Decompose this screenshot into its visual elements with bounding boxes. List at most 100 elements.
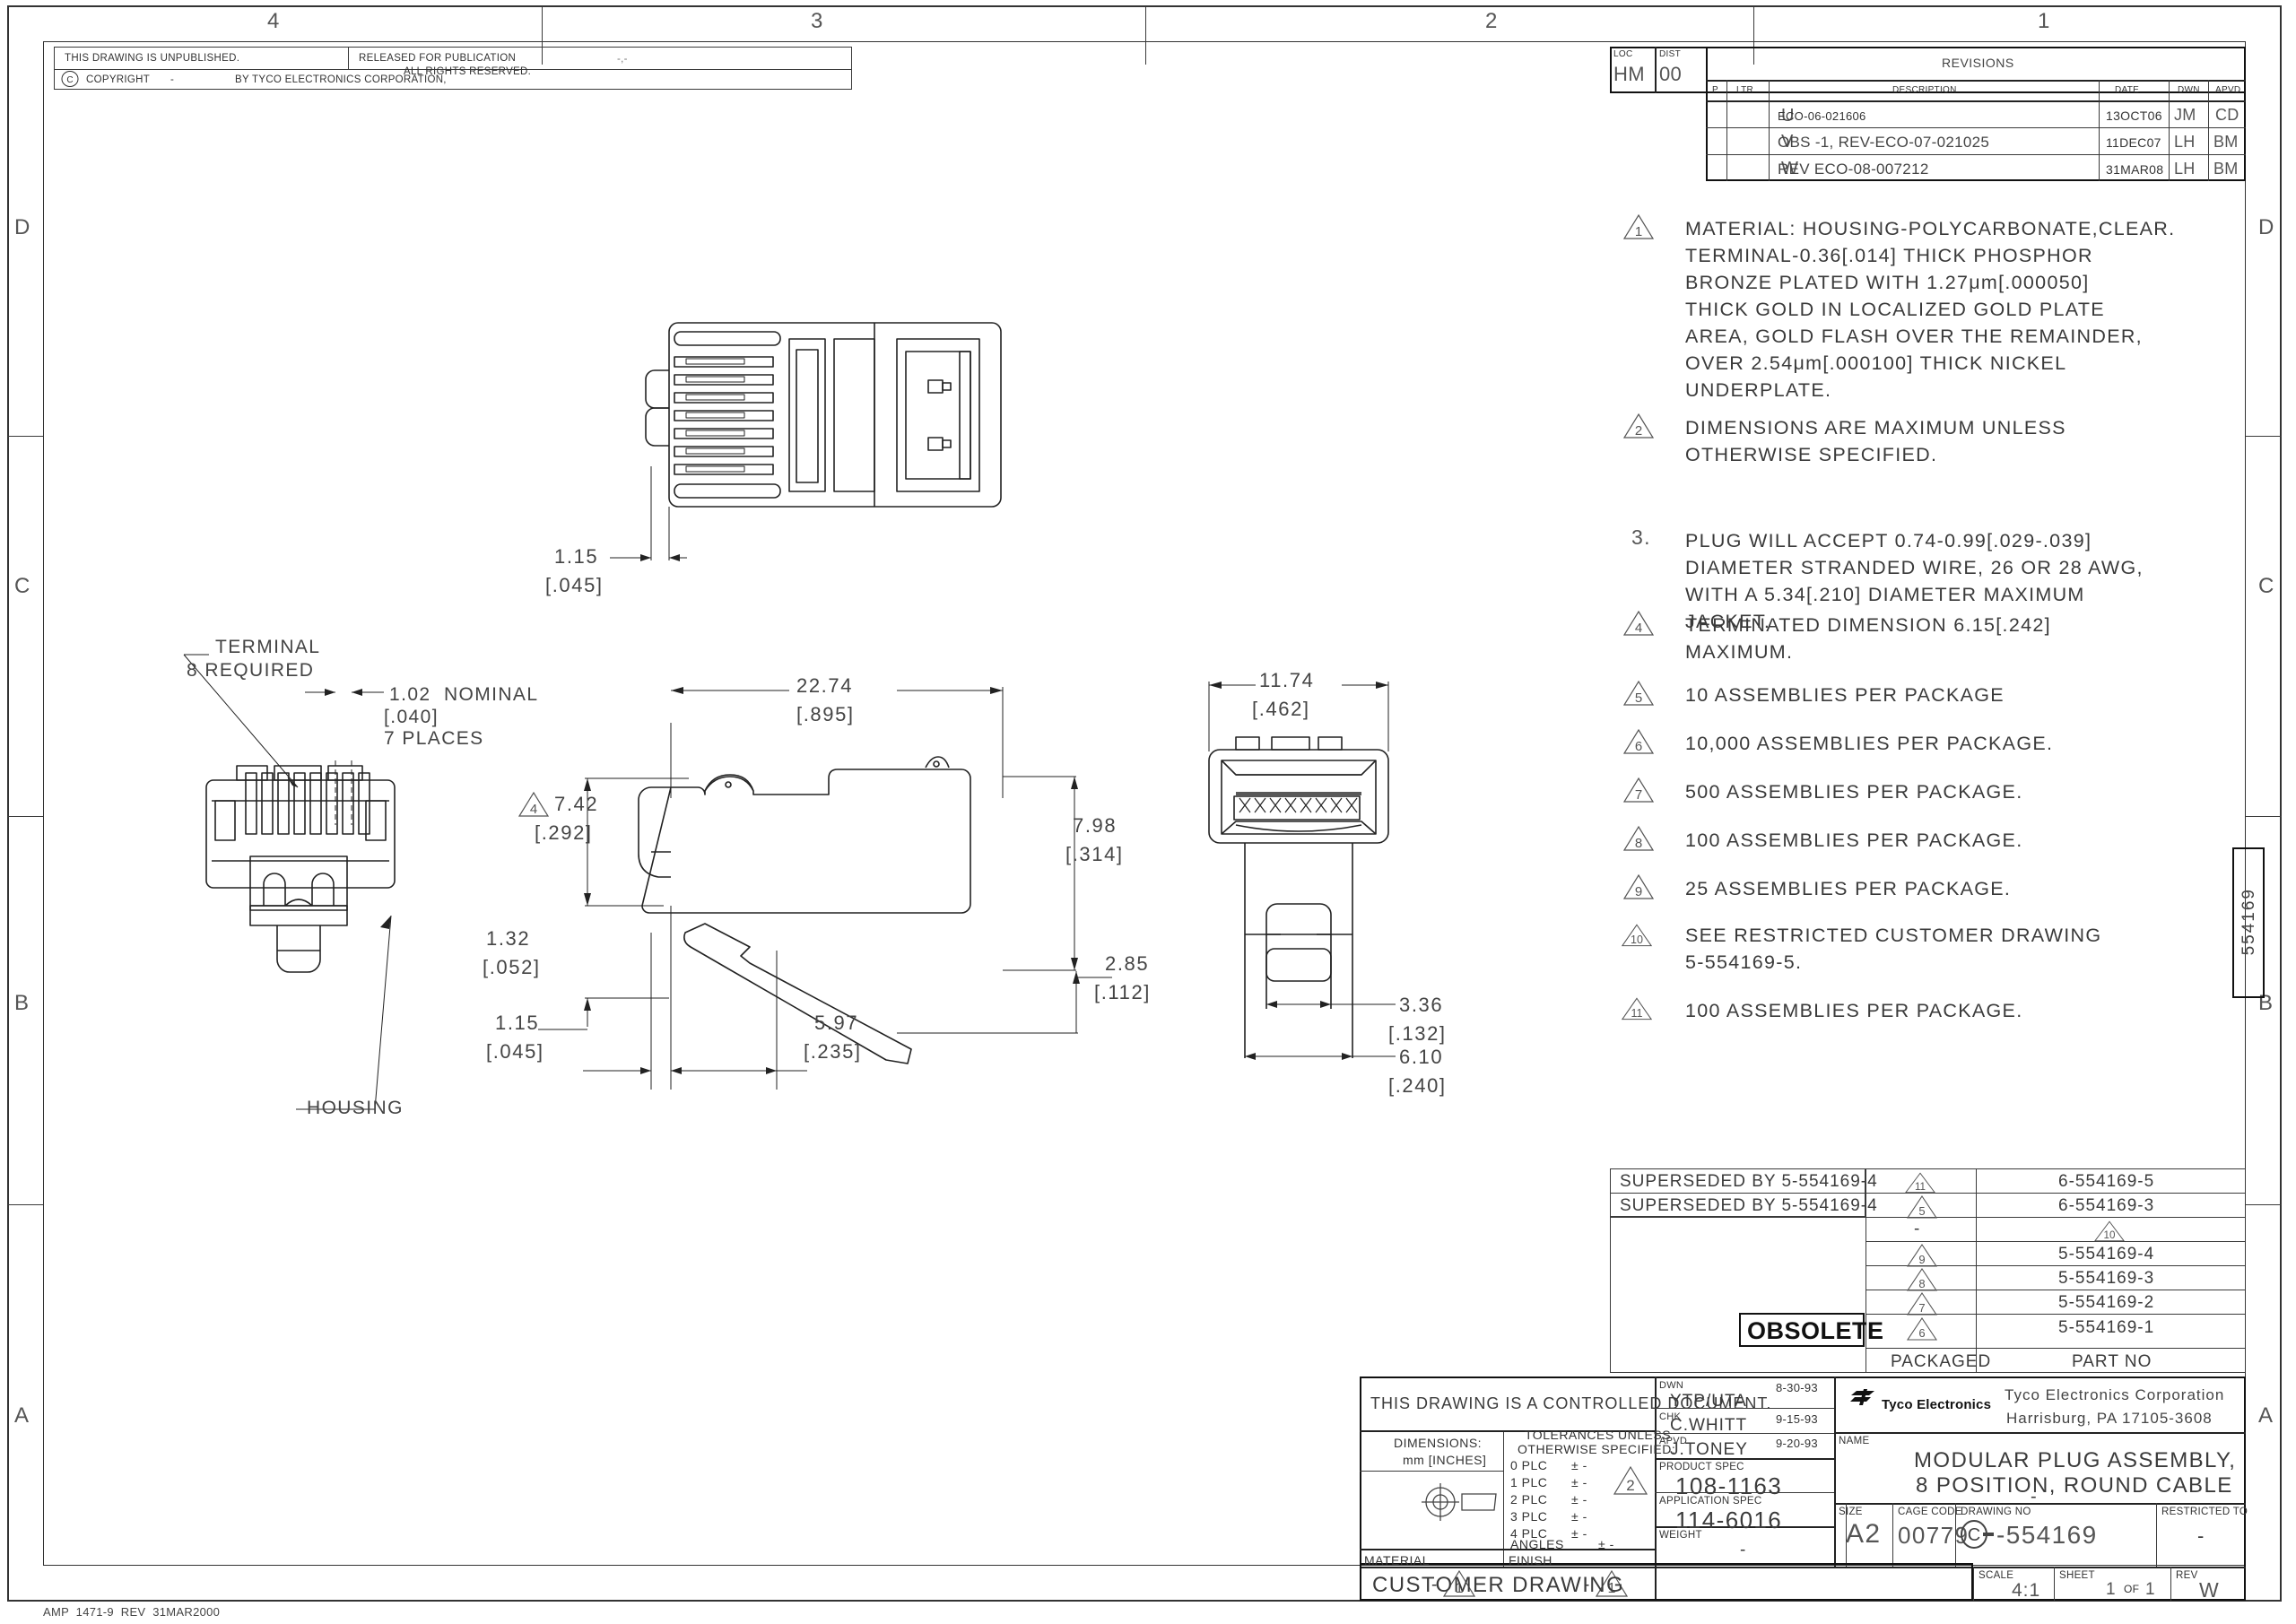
tolerances-label-l2: OTHERWISE SPECIFIED: xyxy=(1518,1442,1676,1456)
part-number: 5-554169-1 xyxy=(2058,1318,2155,1337)
nominal-label-line1: 1.02 NOMINAL xyxy=(389,684,539,705)
plc-value: ± - xyxy=(1571,1475,1587,1489)
side-d2-in: [.112] xyxy=(1094,981,1152,1003)
scale-value: 4:1 xyxy=(2012,1580,2041,1601)
assembly-name-line-3: - xyxy=(2031,1487,2039,1507)
packaged-flag-triangle-icon: 7 xyxy=(1906,1292,1938,1316)
company-line-2: Harrisburg, PA 17105-3608 xyxy=(2006,1410,2213,1427)
tolerances-label-l1: TOLERANCES UNLESS xyxy=(1525,1428,1672,1442)
sheet-value: 1 xyxy=(2106,1580,2117,1599)
cage-code-label: CAGE CODE xyxy=(1898,1507,1962,1517)
first-angle-projection-icon xyxy=(1422,1483,1497,1521)
housing-label: HOUSING xyxy=(307,1098,404,1118)
svg-text:4: 4 xyxy=(530,802,537,817)
assembly-name-line-1: MODULAR PLUG ASSEMBLY, xyxy=(1914,1448,2237,1472)
side-d1-in: [.052] xyxy=(483,956,541,978)
packaged-flag-triangle-icon: 6 xyxy=(1906,1317,1938,1341)
side-width-mm: 22.74 xyxy=(796,674,854,697)
packaged-flag-triangle-icon: 11 xyxy=(1904,1172,1936,1194)
divider xyxy=(2170,1567,2171,1601)
part-row-status: SUPERSEDED BY 5-554169-4 xyxy=(1620,1172,1878,1191)
side-width-in: [.895] xyxy=(796,703,855,725)
svg-text:7: 7 xyxy=(1918,1301,1925,1315)
nominal-label-line3: 7 PLACES xyxy=(384,728,484,749)
terminal-label-line1: TERMINAL xyxy=(215,637,321,657)
plc-value: ± - xyxy=(1571,1526,1587,1541)
end-width-in: [.462] xyxy=(1252,698,1310,720)
divider xyxy=(1866,1348,2246,1349)
partno-header: PART NO xyxy=(2072,1352,2152,1371)
angles-value: ± - xyxy=(1598,1537,1614,1551)
apvd-name: J.TONEY xyxy=(1670,1440,1748,1459)
plc-label: 1 PLC xyxy=(1510,1475,1548,1489)
company-line-1: Tyco Electronics Corporation xyxy=(2005,1386,2225,1403)
side-h1-mm: 7.42 xyxy=(554,793,599,815)
top-view-dim-mm: 1.15 xyxy=(554,545,599,568)
customer-drawing-text: CUSTOMER DRAWING xyxy=(1372,1573,1625,1597)
end-d1-in: [.132] xyxy=(1388,1022,1447,1045)
plc-value: ± - xyxy=(1571,1492,1587,1507)
chk-name: C.WHITT xyxy=(1670,1416,1748,1435)
packaged-flag-triangle-icon: 9 xyxy=(1906,1244,1938,1267)
drawing-sheet: 4 3 2 1 D C B A D C B A THIS DRAWING IS … xyxy=(0,0,2296,1624)
dim-flag-triangle-icon: 4 xyxy=(517,791,550,817)
material-label: MATERIAL xyxy=(1364,1553,1430,1568)
packaged-flag-triangle-icon: 5 xyxy=(1906,1195,1938,1219)
top-view-dim-in: [.045] xyxy=(545,574,604,596)
name-label: NAME xyxy=(1839,1436,1870,1446)
side-d4-mm: 5.97 xyxy=(814,1012,859,1034)
finish-label: FINISH xyxy=(1509,1553,1552,1568)
divider xyxy=(1834,1432,2246,1434)
part-number: 5-554169-2 xyxy=(2058,1293,2155,1312)
drawing-no-value: -554169 xyxy=(1996,1521,2098,1549)
end-d2-mm: 6.10 xyxy=(1399,1046,1444,1068)
divider xyxy=(2054,1567,2055,1601)
packaged-flag-triangle-icon: 8 xyxy=(1906,1268,1938,1291)
end-width-mm: 11.74 xyxy=(1259,669,1315,691)
chk-date: 9-15-93 xyxy=(1776,1412,1818,1426)
plc-value: ± - xyxy=(1571,1509,1587,1524)
dwn-label: DWN xyxy=(1659,1380,1684,1391)
side-h1-in: [.292] xyxy=(535,821,593,844)
size-label: SIZE xyxy=(1839,1507,1863,1517)
rev-label: REV xyxy=(2176,1570,2198,1581)
dimensions-label: DIMENSIONS: xyxy=(1394,1436,1483,1450)
obsolete-stamp: OBSOLETE xyxy=(1747,1317,1884,1344)
side-d3-mm: 1.15 xyxy=(495,1012,540,1034)
plc-label: 0 PLC xyxy=(1510,1458,1548,1472)
scale-label: SCALE xyxy=(1979,1570,2014,1581)
sheet-footer-text: AMP 1471-9 REV 31MAR2000 xyxy=(43,1605,221,1619)
tolerance-flag-triangle-icon: 2 xyxy=(1613,1465,1648,1495)
apvd-date: 9-20-93 xyxy=(1776,1437,1818,1450)
side-d1-mm: 1.32 xyxy=(486,927,531,950)
plc-value: ± - xyxy=(1571,1458,1587,1472)
plc-label: 2 PLC xyxy=(1510,1492,1548,1507)
svg-text:5: 5 xyxy=(1918,1204,1925,1218)
part-number: 5-554169-4 xyxy=(2058,1245,2155,1264)
partno-flag-triangle-icon: 10 xyxy=(2093,1220,2126,1242)
product-spec-label: PRODUCT SPEC xyxy=(1659,1462,1744,1472)
sheet-total: 1 xyxy=(2145,1580,2156,1599)
divider xyxy=(1503,1430,1504,1567)
svg-text:2: 2 xyxy=(1626,1477,1634,1494)
application-spec-label: APPLICATION SPEC xyxy=(1659,1496,1762,1507)
angles-label: ANGLES xyxy=(1510,1537,1564,1551)
dwn-name: YTP/UTA xyxy=(1670,1392,1747,1411)
svg-text:10: 10 xyxy=(2104,1229,2116,1241)
packaged-value: - xyxy=(1914,1220,1921,1238)
sheet-label: SHEET xyxy=(2059,1570,2095,1581)
divider xyxy=(1973,1567,1974,1601)
svg-text:8: 8 xyxy=(1918,1277,1925,1290)
tyco-logo-text: Tyco Electronics xyxy=(1882,1397,1992,1412)
drawing-no-label: DRAWING NO xyxy=(1961,1507,2031,1517)
end-d1-mm: 3.36 xyxy=(1399,994,1444,1016)
svg-text:C: C xyxy=(1968,1525,1980,1545)
part-row-status: SUPERSEDED BY 5-554169-4 xyxy=(1620,1196,1878,1215)
part-number: 6-554169-5 xyxy=(2058,1172,2155,1191)
side-h2-in: [.314] xyxy=(1065,843,1124,865)
divider xyxy=(1834,1376,1836,1567)
divider xyxy=(2156,1503,2157,1567)
terminal-label-line2: 8 REQUIRED xyxy=(187,660,315,681)
packaged-header: PACKAGED xyxy=(1891,1352,1992,1371)
drawing-no-prefix-icon: C xyxy=(1961,1520,1994,1549)
